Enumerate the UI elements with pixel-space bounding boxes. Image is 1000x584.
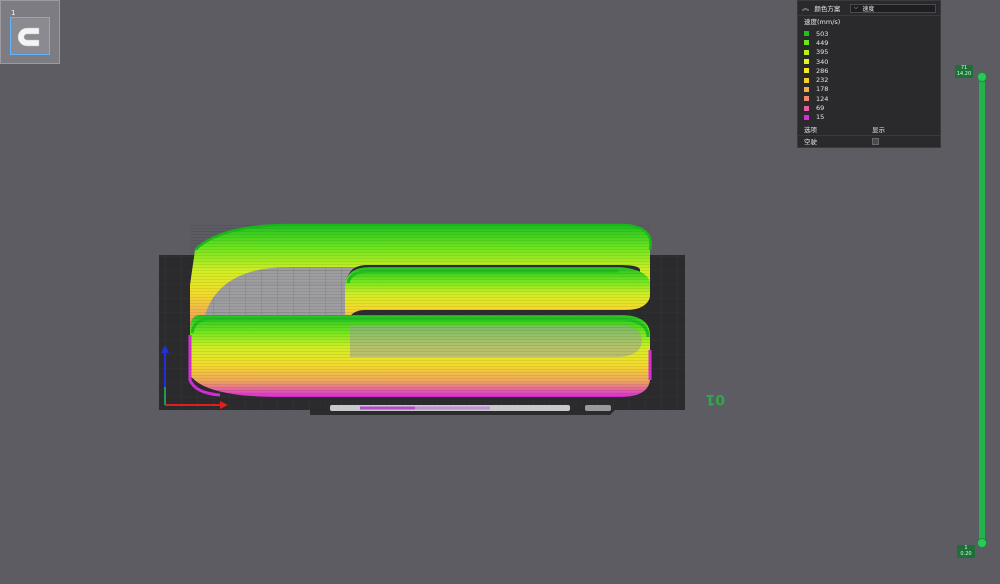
speed-legend-item: 178 <box>804 85 934 94</box>
speed-value: 449 <box>816 38 829 47</box>
color-scheme-legend: ︽ 颜色方案 ⌵ 速度 速度(mm/s) 503 449 395 340 286 232 1… <box>797 0 941 148</box>
color-scheme-label: 颜色方案 <box>814 5 841 13</box>
speed-value: 232 <box>816 76 829 85</box>
speed-legend-item: 69 <box>804 103 934 112</box>
plate-preview[interactable] <box>10 17 50 55</box>
speed-legend-item: 395 <box>804 48 934 57</box>
speed-value: 503 <box>816 29 829 38</box>
layer-slider-top-handle[interactable] <box>977 72 987 82</box>
speed-legend-item: 15 <box>804 113 934 122</box>
top-layer-height: 14.20 <box>956 71 972 77</box>
plate-number-label: 01 <box>706 391 725 407</box>
printed-toolpath <box>188 223 652 400</box>
speed-value: 340 <box>816 57 829 66</box>
speed-color-swatch <box>804 40 809 46</box>
color-scheme-select[interactable]: ⌵ 速度 <box>849 3 936 13</box>
speed-legend-item: 340 <box>804 57 934 66</box>
speed-value: 178 <box>816 85 829 94</box>
speed-legend-list: 503 449 395 340 286 232 178 124 69 15 <box>798 29 940 122</box>
bottom-layer-height: 0.20 <box>960 551 972 557</box>
color-scheme-value: 速度 <box>862 5 875 13</box>
top-layer-label: 71 14.20 <box>955 65 973 78</box>
plate-index: 1 <box>11 9 16 17</box>
travel-label: 空驶 <box>804 138 817 147</box>
display-label: 显示 <box>872 125 885 134</box>
option-row-travel: 空驶 <box>798 136 940 147</box>
options-header: 选项 显示 <box>798 125 940 136</box>
travel-display-checkbox[interactable] <box>872 137 879 145</box>
options-label: 选项 <box>804 125 817 134</box>
layer-slider-track[interactable] <box>979 74 985 544</box>
plate-thumbnail[interactable]: 1 <box>0 0 60 64</box>
plate-object-icon <box>17 27 40 47</box>
speed-legend-item: 503 <box>804 29 934 38</box>
speed-color-swatch <box>804 96 809 102</box>
speed-legend-item: 286 <box>804 66 934 75</box>
speed-value: 15 <box>816 113 825 122</box>
speed-value: 124 <box>816 94 829 103</box>
speed-value: 69 <box>816 104 825 113</box>
speed-color-swatch <box>804 114 809 120</box>
speed-value: 286 <box>816 66 829 75</box>
speed-color-swatch <box>804 105 809 111</box>
speed-legend-item: 449 <box>804 38 934 47</box>
speed-color-swatch <box>804 77 809 83</box>
speed-value: 395 <box>816 48 829 57</box>
speed-color-swatch <box>804 49 809 55</box>
collapse-chevron-icon[interactable]: ︽ <box>802 3 811 13</box>
speed-color-swatch <box>804 59 809 65</box>
speed-color-swatch <box>804 68 809 74</box>
speed-legend-item: 124 <box>804 94 934 103</box>
layer-slider-bottom-handle[interactable] <box>977 538 987 548</box>
legend-header: ︽ 颜色方案 ⌵ 速度 <box>798 1 940 16</box>
speed-color-swatch <box>804 86 809 92</box>
speed-color-swatch <box>804 31 809 37</box>
bottom-layer-label: 1 0.20 <box>957 545 975 558</box>
speed-unit-label: 速度(mm/s) <box>804 18 841 26</box>
gcode-preview-viewport[interactable]: 01 <box>150 215 730 420</box>
speed-legend-item: 232 <box>804 75 934 84</box>
chevron-down-icon: ⌵ <box>853 4 859 11</box>
plate-tools[interactable] <box>585 405 611 411</box>
